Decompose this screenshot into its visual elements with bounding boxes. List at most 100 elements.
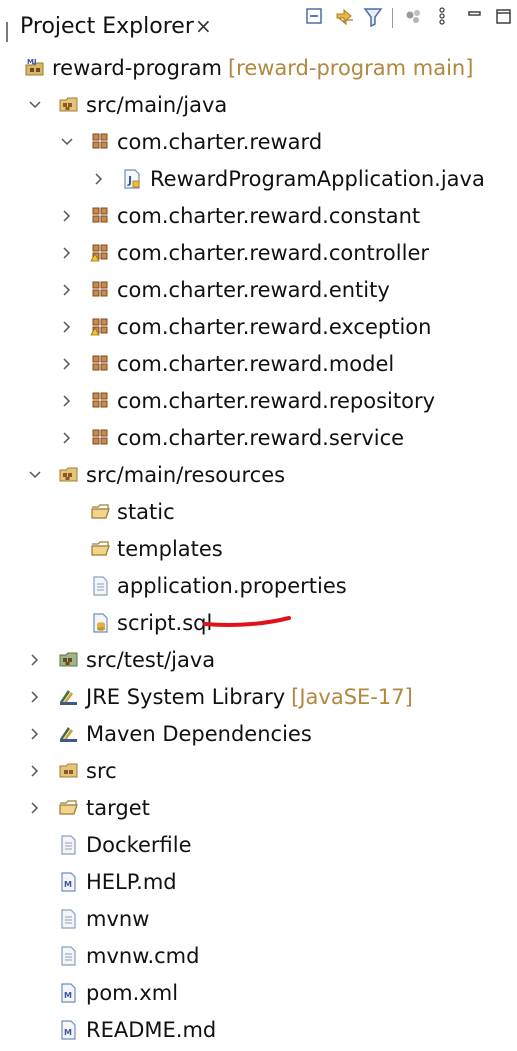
collapse-all-icon[interactable]: [305, 6, 325, 28]
test-source-folder-icon: [58, 649, 78, 671]
tree-item-pkg-entity[interactable]: com.charter.reward.entity: [0, 272, 517, 309]
tab-title: Project Explorer: [20, 14, 194, 39]
tree-item-dockerfile[interactable]: Dockerfile: [0, 827, 517, 864]
src-label: src: [86, 759, 117, 783]
tree-item-maven-dependencies[interactable]: Maven Dependencies: [0, 716, 517, 753]
chevron-right-icon[interactable]: [92, 171, 106, 185]
application-properties-label: application.properties: [117, 574, 347, 598]
view-header: Project Explorer ×: [0, 0, 517, 47]
app-java-label: RewardProgramApplication.java: [150, 167, 485, 191]
tree-item-pkg-constant[interactable]: com.charter.reward.constant: [0, 198, 517, 235]
src-main-resources-label: src/main/resources: [86, 463, 286, 487]
chevron-right-icon[interactable]: [60, 282, 74, 296]
chevron-right-icon[interactable]: [60, 245, 74, 259]
tree-item-pkg-model[interactable]: com.charter.reward.model: [0, 346, 517, 383]
pkg-repository-label: com.charter.reward.repository: [117, 389, 436, 413]
tree-item-mvnw-cmd[interactable]: mvnw.cmd: [0, 938, 517, 975]
folder-icon: [90, 501, 110, 523]
dockerfile-label: Dockerfile: [86, 833, 192, 857]
pom-xml-label: pom.xml: [86, 981, 179, 1005]
chevron-right-icon[interactable]: [60, 430, 74, 444]
tree-item-src[interactable]: src: [0, 753, 517, 790]
link-with-editor-icon[interactable]: [334, 6, 356, 28]
chevron-right-icon[interactable]: [60, 393, 74, 407]
tree-item-project[interactable]: M J reward-program [reward-program main]: [0, 50, 517, 87]
package-icon: [90, 427, 110, 449]
pkg-reward-label: com.charter.reward: [117, 130, 323, 154]
package-warning-icon: [90, 316, 110, 338]
package-icon: [90, 131, 110, 153]
tree-item-static[interactable]: static: [0, 494, 517, 531]
chevron-down-icon[interactable]: [60, 134, 74, 148]
maximize-icon[interactable]: [495, 6, 513, 28]
tree-item-readme-md[interactable]: M README.md: [0, 1012, 517, 1049]
focus-icon[interactable]: [404, 6, 424, 28]
chevron-right-icon[interactable]: [60, 208, 74, 222]
chevron-right-icon[interactable]: [28, 726, 42, 740]
library-icon: [58, 723, 78, 745]
static-label: static: [117, 500, 175, 524]
text-file-icon: [60, 908, 80, 930]
tree-item-pkg-reward[interactable]: com.charter.reward: [0, 124, 517, 161]
chevron-right-icon[interactable]: [28, 689, 42, 703]
close-icon[interactable]: ×: [195, 13, 212, 39]
folder-icon: [58, 760, 78, 782]
markdown-file-icon: M: [60, 1019, 80, 1041]
tree-item-mvnw[interactable]: mvnw: [0, 901, 517, 938]
tree-item-templates[interactable]: templates: [0, 531, 517, 568]
sql-file-icon: [92, 612, 112, 634]
package-icon: [90, 353, 110, 375]
pkg-entity-label: com.charter.reward.entity: [117, 278, 390, 302]
tree-item-pom-xml[interactable]: M pom.xml: [0, 975, 517, 1012]
jre-version-decoration: [JavaSE-17]: [291, 685, 413, 709]
target-label: target: [86, 796, 150, 820]
red-annotation-mark: [203, 616, 291, 627]
tree-item-src-test-java[interactable]: src/test/java: [0, 642, 517, 679]
text-file-icon: [92, 575, 112, 597]
tree-item-src-main-java[interactable]: src/main/java: [0, 87, 517, 124]
chevron-right-icon[interactable]: [28, 652, 42, 666]
templates-label: templates: [117, 537, 223, 561]
tree-item-app-java[interactable]: J RewardProgramApplication.java: [0, 161, 517, 198]
source-folder-icon: [58, 94, 78, 116]
help-md-label: HELP.md: [86, 870, 177, 894]
tree-item-pkg-controller[interactable]: com.charter.reward.controller: [0, 235, 517, 272]
folder-icon: [90, 538, 110, 560]
svg-text:M: M: [27, 58, 34, 66]
markdown-file-icon: M: [60, 871, 80, 893]
pkg-model-label: com.charter.reward.model: [117, 352, 395, 376]
tree-item-help-md[interactable]: M HELP.md: [0, 864, 517, 901]
text-file-icon: [60, 945, 80, 967]
chevron-right-icon[interactable]: [28, 800, 42, 814]
tree-item-jre[interactable]: JRE System Library [JavaSE-17]: [0, 679, 517, 716]
tree-item-application-properties[interactable]: application.properties: [0, 568, 517, 605]
svg-text:J: J: [127, 174, 132, 187]
view-menu-icon[interactable]: [437, 6, 447, 28]
readme-md-label: README.md: [86, 1018, 217, 1042]
package-icon: [90, 279, 110, 301]
chevron-down-icon[interactable]: [28, 467, 42, 481]
mvnw-cmd-label: mvnw.cmd: [86, 944, 200, 968]
filter-icon[interactable]: [362, 6, 384, 28]
minimize-icon[interactable]: [467, 6, 483, 28]
svg-text:M: M: [64, 1028, 72, 1037]
tab-project-explorer[interactable]: Project Explorer ×: [0, 8, 232, 47]
tab-edge: [6, 22, 8, 42]
project-label: reward-program: [52, 56, 222, 80]
svg-text:J: J: [33, 58, 37, 66]
tree-item-src-main-resources[interactable]: src/main/resources: [0, 457, 517, 494]
java-file-icon: J: [122, 168, 142, 190]
pkg-constant-label: com.charter.reward.constant: [117, 204, 421, 228]
tree-item-pkg-repository[interactable]: com.charter.reward.repository: [0, 383, 517, 420]
tree-item-pkg-exception[interactable]: com.charter.reward.exception: [0, 309, 517, 346]
chevron-right-icon[interactable]: [60, 319, 74, 333]
chevron-down-icon[interactable]: [28, 97, 42, 111]
package-icon: [90, 205, 110, 227]
tree-item-pkg-service[interactable]: com.charter.reward.service: [0, 420, 517, 457]
tree-item-target[interactable]: target: [0, 790, 517, 827]
text-file-icon: [60, 834, 80, 856]
chevron-right-icon[interactable]: [60, 356, 74, 370]
pkg-exception-label: com.charter.reward.exception: [117, 315, 432, 339]
chevron-right-icon[interactable]: [28, 763, 42, 777]
project-branch-decoration: [reward-program main]: [227, 56, 474, 80]
